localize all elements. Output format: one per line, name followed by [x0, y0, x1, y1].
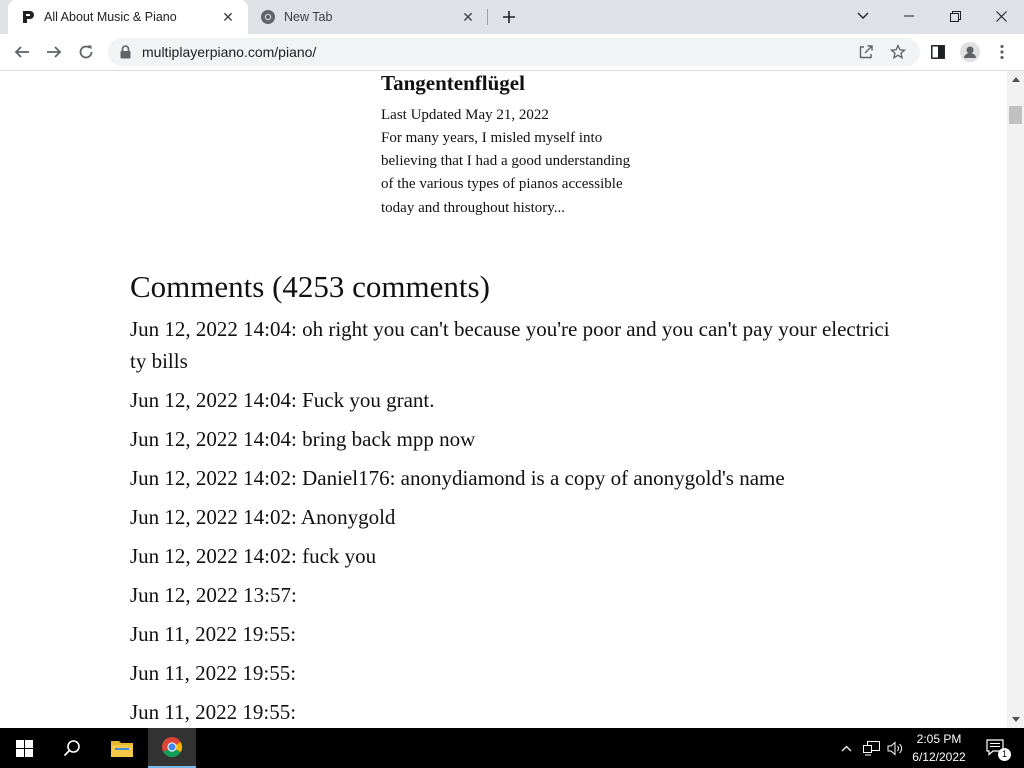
browser-toolbar: [0, 34, 1024, 71]
action-center-button[interactable]: 1: [976, 728, 1016, 768]
close-icon: [995, 10, 1007, 22]
avatar-icon: [960, 42, 980, 62]
reload-button[interactable]: [72, 38, 100, 66]
page-viewport: Tangentenflügel Last Updated May 21, 202…: [0, 71, 1007, 728]
comment-item: Jun 11, 2022 19:55:: [130, 700, 297, 724]
site-logo-icon: [20, 9, 36, 25]
back-button[interactable]: [8, 38, 36, 66]
share-button[interactable]: [854, 42, 878, 62]
comments-section: Comments (4253 comments) Jun 12, 2022 14…: [130, 267, 890, 728]
tab-separator: [487, 9, 488, 25]
restore-icon: [949, 10, 961, 22]
show-hidden-icons-button[interactable]: [836, 728, 856, 768]
chrome-icon: [260, 9, 276, 25]
close-tab-icon[interactable]: ✕: [218, 7, 238, 27]
chevron-up-icon: [841, 745, 851, 751]
taskbar-clock[interactable]: 2:05 PM 6/12/2022: [908, 730, 970, 766]
comment-item: Jun 12, 2022 14:02: Anonygold: [130, 505, 396, 529]
side-panel-icon: [931, 45, 945, 59]
reload-icon: [79, 45, 93, 59]
comment-item: Jun 12, 2022 14:04: Fuck you grant.: [130, 388, 435, 412]
close-tab-icon[interactable]: ✕: [458, 7, 478, 27]
article-title[interactable]: Tangentenflügel: [381, 71, 631, 95]
comments-heading: Comments (4253 comments): [130, 269, 490, 304]
folder-icon: [111, 741, 133, 757]
bookmark-button[interactable]: [886, 42, 910, 62]
share-icon: [859, 45, 873, 59]
speaker-icon: [887, 740, 902, 756]
comment-item: Jun 12, 2022 14:04: oh right you can't b…: [130, 317, 890, 373]
minimize-icon: [904, 15, 914, 17]
windows-taskbar: 2:05 PM 6/12/2022 1: [0, 728, 1024, 768]
article-excerpt: For many years, I misled myself into bel…: [381, 130, 631, 216]
tab-new-tab[interactable]: New Tab ✕: [250, 0, 488, 34]
article-date: Last Updated May 21, 2022: [381, 107, 549, 123]
chrome-taskbar-button[interactable]: [148, 728, 196, 768]
scroll-up-arrow-icon[interactable]: [1007, 71, 1024, 88]
browser-tab-strip: All About Music & Piano ✕ New Tab ✕: [0, 0, 1024, 34]
plus-icon: [503, 11, 515, 23]
arrow-left-icon: [14, 46, 29, 58]
close-window-button[interactable]: [978, 0, 1024, 32]
comment-item: Jun 12, 2022 13:57:: [130, 583, 297, 607]
comment-list: Jun 12, 2022 14:04: oh right you can't b…: [130, 313, 890, 728]
comment-item: Jun 11, 2022 19:55:: [130, 661, 297, 685]
page-scrollbar[interactable]: [1007, 71, 1024, 728]
star-icon: [890, 44, 906, 60]
side-panel-button[interactable]: [924, 38, 952, 66]
chevron-down-icon: [857, 12, 869, 19]
new-tab-button[interactable]: [497, 5, 521, 29]
more-vertical-icon: [1000, 44, 1004, 60]
file-explorer-button[interactable]: [98, 728, 146, 768]
address-bar[interactable]: [108, 38, 920, 66]
taskbar-search-button[interactable]: [48, 728, 96, 768]
article-card[interactable]: Tangentenflügel Last Updated May 21, 202…: [381, 71, 631, 220]
clock-date: 6/12/2022: [912, 750, 966, 764]
lock-icon[interactable]: [120, 45, 134, 59]
tab-search-button[interactable]: [840, 0, 886, 32]
chrome-logo-icon: [162, 737, 183, 758]
scroll-thumb[interactable]: [1009, 106, 1022, 124]
tab-title: New Tab: [284, 10, 333, 24]
comment-item: Jun 12, 2022 14:02: fuck you: [130, 544, 377, 568]
scroll-down-arrow-icon[interactable]: [1007, 711, 1024, 728]
comment-item: Jun 11, 2022 19:55:: [130, 622, 297, 646]
restore-button[interactable]: [932, 0, 978, 32]
menu-button[interactable]: [988, 38, 1016, 66]
arrow-right-icon: [47, 46, 62, 58]
network-icon: [862, 740, 880, 755]
clock-time: 2:05 PM: [916, 732, 962, 746]
forward-button[interactable]: [40, 38, 68, 66]
volume-button[interactable]: [884, 728, 906, 768]
start-button[interactable]: [0, 728, 48, 768]
comment-item: Jun 12, 2022 14:02: Daniel176: anonydiam…: [130, 466, 785, 490]
windows-logo-icon: [15, 739, 33, 757]
url-input[interactable]: [142, 44, 822, 60]
minimize-button[interactable]: [886, 0, 932, 32]
comment-item: Jun 12, 2022 14:04: bring back mpp now: [130, 427, 476, 451]
profile-button[interactable]: [956, 38, 984, 66]
tab-all-about-music-piano[interactable]: All About Music & Piano ✕: [8, 0, 248, 34]
notification-count-badge: 1: [998, 748, 1011, 761]
tab-title: All About Music & Piano: [44, 10, 177, 24]
search-icon: [63, 740, 80, 757]
network-button[interactable]: [860, 728, 882, 768]
